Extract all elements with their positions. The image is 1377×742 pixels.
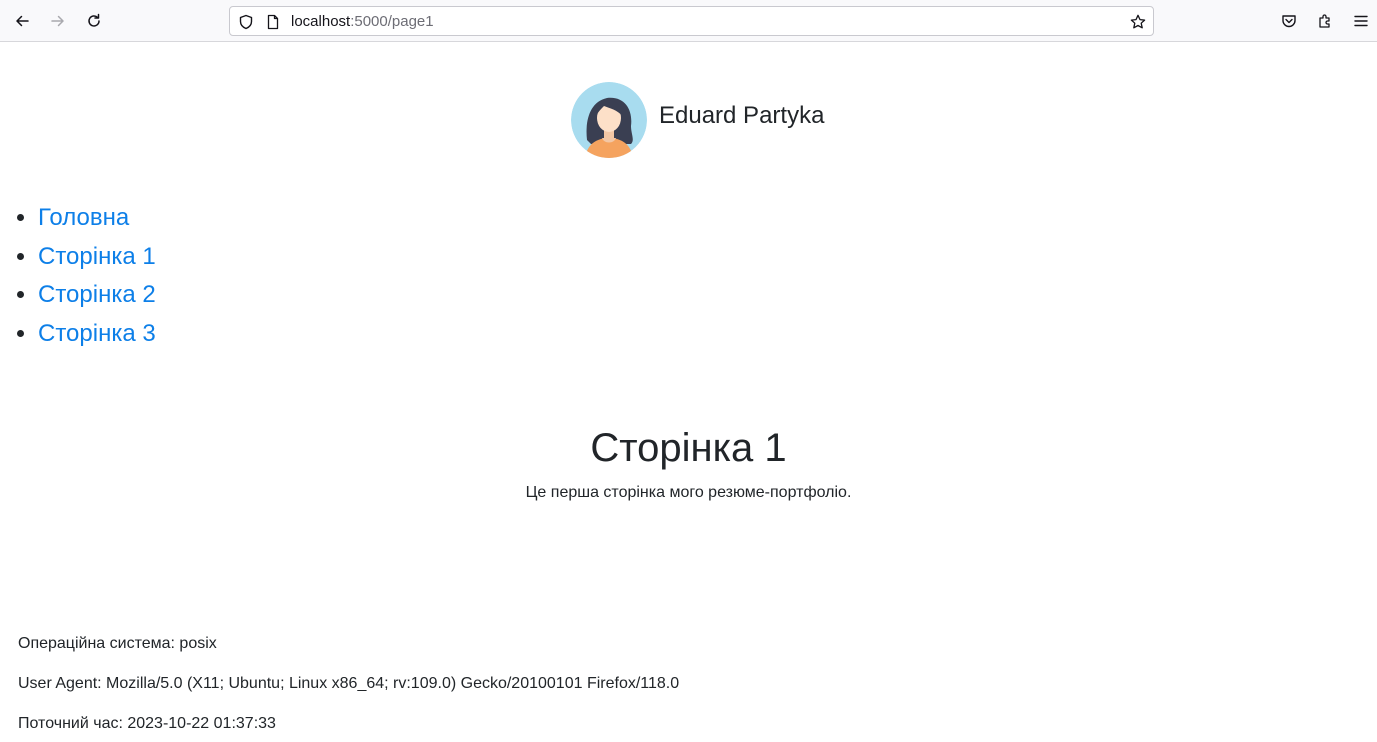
arrow-right-icon	[51, 15, 64, 27]
shield-icon[interactable]	[237, 13, 255, 31]
page-title: Сторінка 1	[590, 426, 787, 470]
nav-item-home: Головна	[38, 199, 156, 238]
url-bar[interactable]: localhost:5000/page1	[229, 6, 1154, 36]
page-description: Це перша сторінка мого резюме-портфоліо.	[525, 484, 852, 501]
site-header: Eduard Partyka	[0, 82, 1377, 158]
site-owner-name: Eduard Partyka	[659, 102, 825, 129]
star-icon[interactable]	[1129, 13, 1147, 31]
avatar-woman-icon	[571, 82, 647, 158]
page-icon[interactable]	[264, 13, 282, 31]
current-time-info: Поточний час: 2023-10-22 01:37:33	[18, 715, 276, 732]
nav-link-page2[interactable]: Сторінка 2	[38, 281, 156, 308]
extensions-button[interactable]	[1311, 7, 1339, 35]
reload-icon	[88, 13, 100, 27]
nav-link-page1[interactable]: Сторінка 1	[38, 243, 156, 270]
user-agent-info: User Agent: Mozilla/5.0 (X11; Ubuntu; Li…	[18, 675, 680, 692]
url-text[interactable]: localhost:5000/page1	[291, 13, 434, 31]
nav-link-page3[interactable]: Сторінка 3	[38, 320, 156, 347]
pocket-button[interactable]	[1275, 7, 1303, 35]
pocket-icon	[1282, 15, 1296, 28]
nav-link-home[interactable]: Головна	[38, 204, 129, 231]
nav-item-page1: Сторінка 1	[38, 238, 156, 277]
url-host: localhost	[291, 13, 351, 30]
arrow-left-icon	[16, 15, 29, 27]
menu-button[interactable]	[1347, 7, 1375, 35]
back-button[interactable]	[8, 7, 36, 35]
puzzle-icon	[1319, 14, 1330, 28]
url-path: :5000/page1	[350, 13, 434, 30]
nav-item-page3: Сторінка 3	[38, 315, 156, 354]
hamburger-menu-icon	[1354, 15, 1368, 27]
main-nav: Головна Сторінка 1 Сторінка 2 Сторінка 3	[0, 199, 156, 353]
forward-button[interactable]	[44, 7, 72, 35]
nav-item-page2: Сторінка 2	[38, 276, 156, 315]
os-info: Операційна система: posix	[18, 635, 217, 652]
browser-toolbar: localhost:5000/page1	[0, 0, 1377, 42]
reload-button[interactable]	[80, 7, 108, 35]
